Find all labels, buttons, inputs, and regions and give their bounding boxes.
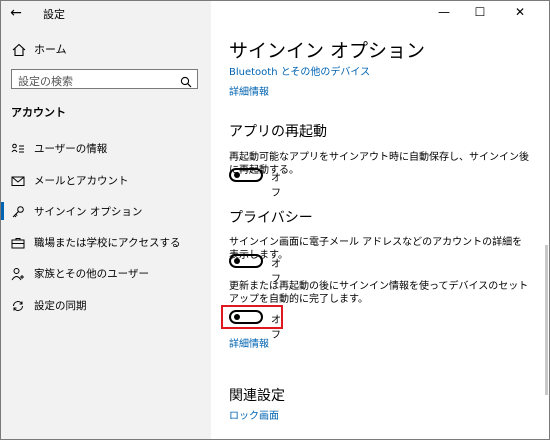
user-info-icon — [11, 141, 25, 155]
sidebar-item-mail-accounts[interactable]: メールとアカウント — [1, 167, 211, 193]
sidebar-item-label: 家族とその他のユーザー — [34, 268, 149, 280]
navigation-pane: ← 設定 ホーム 設定の検索 アカウント ユーザーの情報 メールとアカウント サ… — [1, 1, 211, 439]
restart-apps-toggle[interactable]: オフ — [229, 167, 289, 199]
briefcase-icon — [11, 235, 25, 249]
nav-item-home[interactable]: ホーム — [1, 39, 211, 59]
sidebar-item-user-info[interactable]: ユーザーの情報 — [1, 135, 211, 161]
sidebar-item-label: ユーザーの情報 — [34, 143, 108, 155]
sidebar-item-label: 設定の同期 — [34, 300, 87, 312]
mail-icon — [11, 173, 25, 187]
search-icon — [180, 73, 192, 92]
close-button[interactable]: ✕ — [505, 3, 535, 21]
page-title: サインイン オプション — [229, 40, 426, 62]
content-pane: — ☐ ✕ サインイン オプション Bluetooth とその他のデバイス 詳細… — [211, 1, 549, 439]
use-signin-info-toggle[interactable]: オフ — [229, 309, 289, 341]
sidebar-item-label: サインイン オプション — [34, 206, 143, 218]
toggle-switch[interactable] — [229, 310, 263, 324]
toggle-knob — [234, 258, 240, 264]
related-settings-heading: 関連設定 — [229, 388, 285, 404]
minimize-button[interactable]: — — [429, 3, 459, 21]
sidebar-item-label: メールとアカウント — [34, 175, 129, 187]
title-bar: ← 設定 — [1, 1, 211, 25]
sidebar-item-sync[interactable]: 設定の同期 — [1, 292, 211, 318]
section-title: アカウント — [11, 106, 66, 119]
selection-indicator — [1, 202, 4, 220]
toggle-switch[interactable] — [229, 168, 263, 182]
home-label: ホーム — [34, 43, 67, 56]
app-title: 設定 — [43, 8, 65, 21]
bluetooth-devices-link[interactable]: Bluetooth とその他のデバイス — [229, 63, 370, 78]
scrollbar[interactable] — [545, 245, 548, 395]
show-account-details-toggle[interactable]: オフ — [229, 253, 289, 285]
sidebar-item-family[interactable]: 家族とその他のユーザー — [1, 260, 211, 286]
window-controls: — ☐ ✕ — [429, 1, 549, 25]
sidebar-item-work-school[interactable]: 職場または学校にアクセスする — [1, 229, 211, 255]
back-arrow-icon[interactable]: ← — [7, 4, 25, 22]
person-add-icon — [11, 266, 25, 281]
home-icon — [12, 42, 26, 61]
use-signin-info-description: 更新または再起動の後にサインイン情報を使ってデバイスのセットアップを自動的に完了… — [229, 281, 529, 305]
privacy-heading: プライバシー — [229, 210, 313, 226]
toggle-switch[interactable] — [229, 254, 263, 268]
search-placeholder: 設定の検索 — [18, 75, 73, 88]
sync-icon — [11, 298, 25, 312]
sidebar-item-label: 職場または学校にアクセスする — [34, 237, 181, 249]
toggle-state-label: オフ — [271, 315, 281, 341]
lock-screen-link[interactable]: ロック画面 — [229, 407, 279, 422]
key-icon — [11, 204, 25, 218]
toggle-knob — [234, 314, 240, 320]
toggle-knob — [234, 172, 240, 178]
restart-apps-heading: アプリの再起動 — [229, 124, 327, 140]
details-link[interactable]: 詳細情報 — [229, 83, 269, 98]
search-input[interactable]: 設定の検索 — [11, 69, 198, 89]
settings-window: ← 設定 ホーム 設定の検索 アカウント ユーザーの情報 メールとアカウント サ… — [0, 0, 550, 440]
privacy-details-link[interactable]: 詳細情報 — [229, 335, 269, 350]
sidebar-item-signin-options[interactable]: サインイン オプション — [1, 198, 211, 224]
toggle-state-label: オフ — [271, 173, 281, 199]
maximize-button[interactable]: ☐ — [465, 3, 495, 21]
